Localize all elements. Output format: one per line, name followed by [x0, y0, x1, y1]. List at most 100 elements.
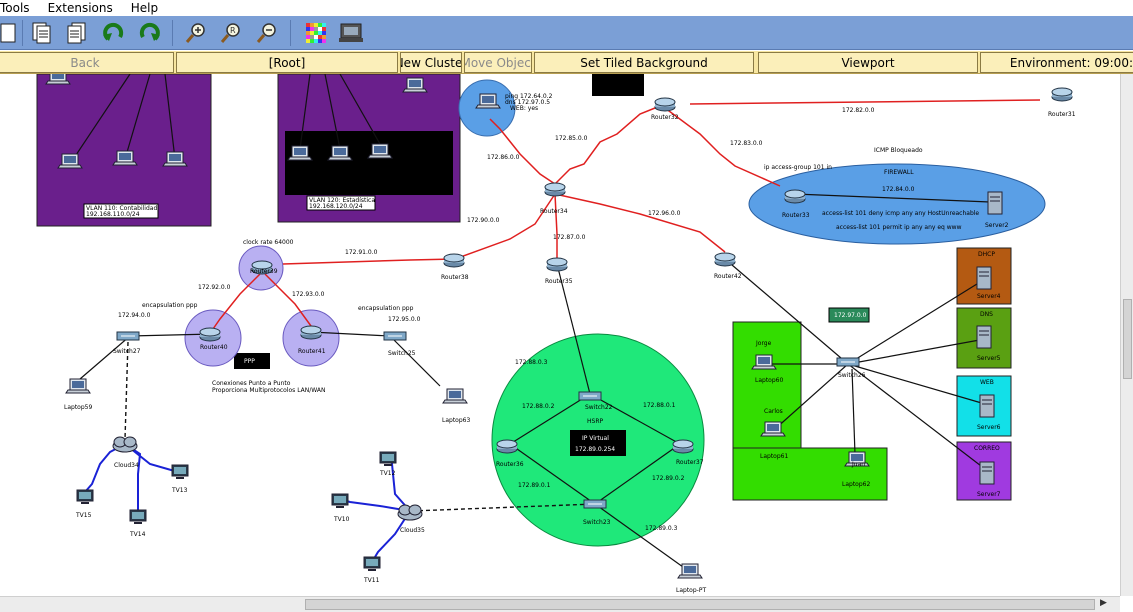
laptop-pt-icon[interactable]: [677, 563, 703, 579]
move-object-button[interactable]: Move Object: [464, 52, 532, 73]
zoom-in-icon[interactable]: [182, 19, 210, 47]
logical-workspace[interactable]: VLAN 110: Contabilidad 192.168.110.0/24 …: [0, 74, 1120, 596]
new-cluster-button[interactable]: New Cluster: [400, 52, 462, 73]
label-router39: Router39: [250, 268, 278, 275]
vlan120-inner: [285, 131, 453, 195]
cloud35-icon[interactable]: [397, 504, 423, 521]
viewport-button[interactable]: Viewport: [758, 52, 978, 73]
label-juan: Juan: [851, 461, 865, 468]
tv13-icon[interactable]: [171, 464, 189, 479]
vlan120-laptop-top-icon[interactable]: [402, 77, 428, 93]
label-router38: Router38: [441, 274, 469, 281]
vlan110-network: 192.168.110.0/24: [86, 211, 140, 218]
router41-icon[interactable]: [300, 325, 322, 340]
switch25-icon[interactable]: [383, 331, 407, 341]
router34-icon[interactable]: [544, 182, 566, 197]
horizontal-scroll-thumb[interactable]: [305, 599, 1095, 610]
label-tv11: TV11: [363, 577, 380, 584]
net-172-87: 172.87.0.0: [553, 234, 586, 241]
laptop60-icon[interactable]: [751, 354, 777, 370]
router35-icon[interactable]: [546, 257, 568, 272]
tv14-icon[interactable]: [129, 509, 147, 524]
server4-icon[interactable]: [976, 266, 992, 290]
laptop61-icon[interactable]: [760, 421, 786, 437]
router33-icon[interactable]: [784, 189, 806, 204]
switch26-icon[interactable]: [836, 357, 860, 367]
label-router40: Router40: [200, 344, 228, 351]
vlan120-laptop-3-icon[interactable]: [367, 143, 393, 159]
vlan110-laptop-top-icon[interactable]: [45, 74, 71, 85]
vlan120-laptop-2-icon[interactable]: [327, 145, 353, 161]
vlan110-laptop-3-icon[interactable]: [162, 151, 188, 167]
switch27-icon[interactable]: [116, 331, 140, 341]
zoom-reset-icon[interactable]: R: [217, 19, 245, 47]
page-list-icon[interactable]: [63, 19, 91, 47]
palette-icon[interactable]: [302, 19, 330, 47]
acl2-text: access-list 101 permit ip any any eq www: [836, 224, 962, 231]
net-172-88-3: 172.88.0.3: [515, 359, 548, 366]
label-cloud35: Cloud35: [400, 527, 425, 534]
undo-icon[interactable]: [100, 19, 128, 47]
net-172-86: 172.86.0.0: [487, 154, 520, 161]
set-tiled-background-button[interactable]: Set Tiled Background: [534, 52, 754, 73]
scroll-right-arrow-icon[interactable]: ▶: [1100, 598, 1107, 608]
menu-extensions[interactable]: Extensions: [48, 1, 113, 15]
vlan110-laptop-1-icon[interactable]: [57, 153, 83, 169]
tv15-icon[interactable]: [76, 489, 94, 504]
laptop63-icon[interactable]: [442, 388, 468, 404]
server6-icon[interactable]: [979, 394, 995, 418]
net-172-83: 172.83.0.0: [730, 140, 763, 147]
page-copy-icon[interactable]: [28, 19, 56, 47]
menu-tools[interactable]: Tools: [0, 1, 30, 15]
menu-help[interactable]: Help: [131, 1, 158, 15]
horizontal-scrollbar[interactable]: ▶: [0, 596, 1120, 612]
laptop59-icon[interactable]: [65, 378, 91, 394]
vlan120-laptop-1-icon[interactable]: [287, 145, 313, 161]
page-icon[interactable]: [0, 19, 22, 47]
cloud34-icon[interactable]: [112, 436, 138, 453]
router36-icon[interactable]: [496, 439, 518, 454]
label-router41: Router41: [298, 348, 326, 355]
server7-icon[interactable]: [979, 461, 995, 485]
label-switch25: Switch25: [388, 350, 416, 357]
tv10-icon[interactable]: [331, 493, 349, 508]
label-laptop59: Laptop59: [64, 404, 92, 411]
router40-icon[interactable]: [199, 327, 221, 342]
environment-button[interactable]: Environment: 09:00:: [980, 52, 1133, 73]
vlan110-laptop-2-icon[interactable]: [112, 150, 138, 166]
label-switch26: Switch26: [838, 372, 866, 379]
switch22-icon[interactable]: [578, 391, 602, 401]
tv12-icon[interactable]: [379, 451, 397, 466]
ping-laptop-icon[interactable]: [475, 93, 501, 109]
router38-icon[interactable]: [443, 253, 465, 268]
router32-icon[interactable]: [654, 97, 676, 112]
label-tv12: TV12: [379, 470, 396, 477]
topology-canvas[interactable]: VLAN 110: Contabilidad 192.168.110.0/24 …: [0, 74, 1120, 596]
toolbar-separator: [172, 20, 173, 46]
switch23-icon[interactable]: [583, 499, 607, 509]
server5-icon[interactable]: [976, 325, 992, 349]
net-172-91: 172.91.0.0: [345, 249, 378, 256]
redo-icon[interactable]: [135, 19, 163, 47]
dns-label: DNS: [980, 311, 993, 318]
label-server2: Server2: [985, 222, 1009, 229]
label-router42: Router42: [714, 273, 742, 280]
root-button[interactable]: [Root]: [176, 52, 398, 73]
serial-r34-ping: [489, 118, 556, 185]
device-dialog-icon[interactable]: [337, 19, 365, 47]
router37-icon[interactable]: [672, 439, 694, 454]
net-172-84: 172.84.0.0: [882, 186, 915, 193]
router31-icon[interactable]: [1051, 87, 1073, 102]
serial-r38-r39: [282, 258, 456, 265]
net-172-88-2: 172.88.0.2: [522, 403, 555, 410]
label-server4: Server4: [977, 293, 1001, 300]
router42-icon[interactable]: [714, 252, 736, 267]
ping-web-text: WEB: yes: [510, 105, 538, 112]
vertical-scrollbar[interactable]: [1120, 74, 1133, 596]
back-button[interactable]: Back: [0, 52, 174, 73]
zoom-out-icon[interactable]: [253, 19, 281, 47]
tv11-icon[interactable]: [363, 556, 381, 571]
vertical-scroll-thumb[interactable]: [1123, 299, 1132, 379]
server2-icon[interactable]: [987, 191, 1003, 215]
net-172-89-3: 172.89.0.3: [645, 525, 678, 532]
